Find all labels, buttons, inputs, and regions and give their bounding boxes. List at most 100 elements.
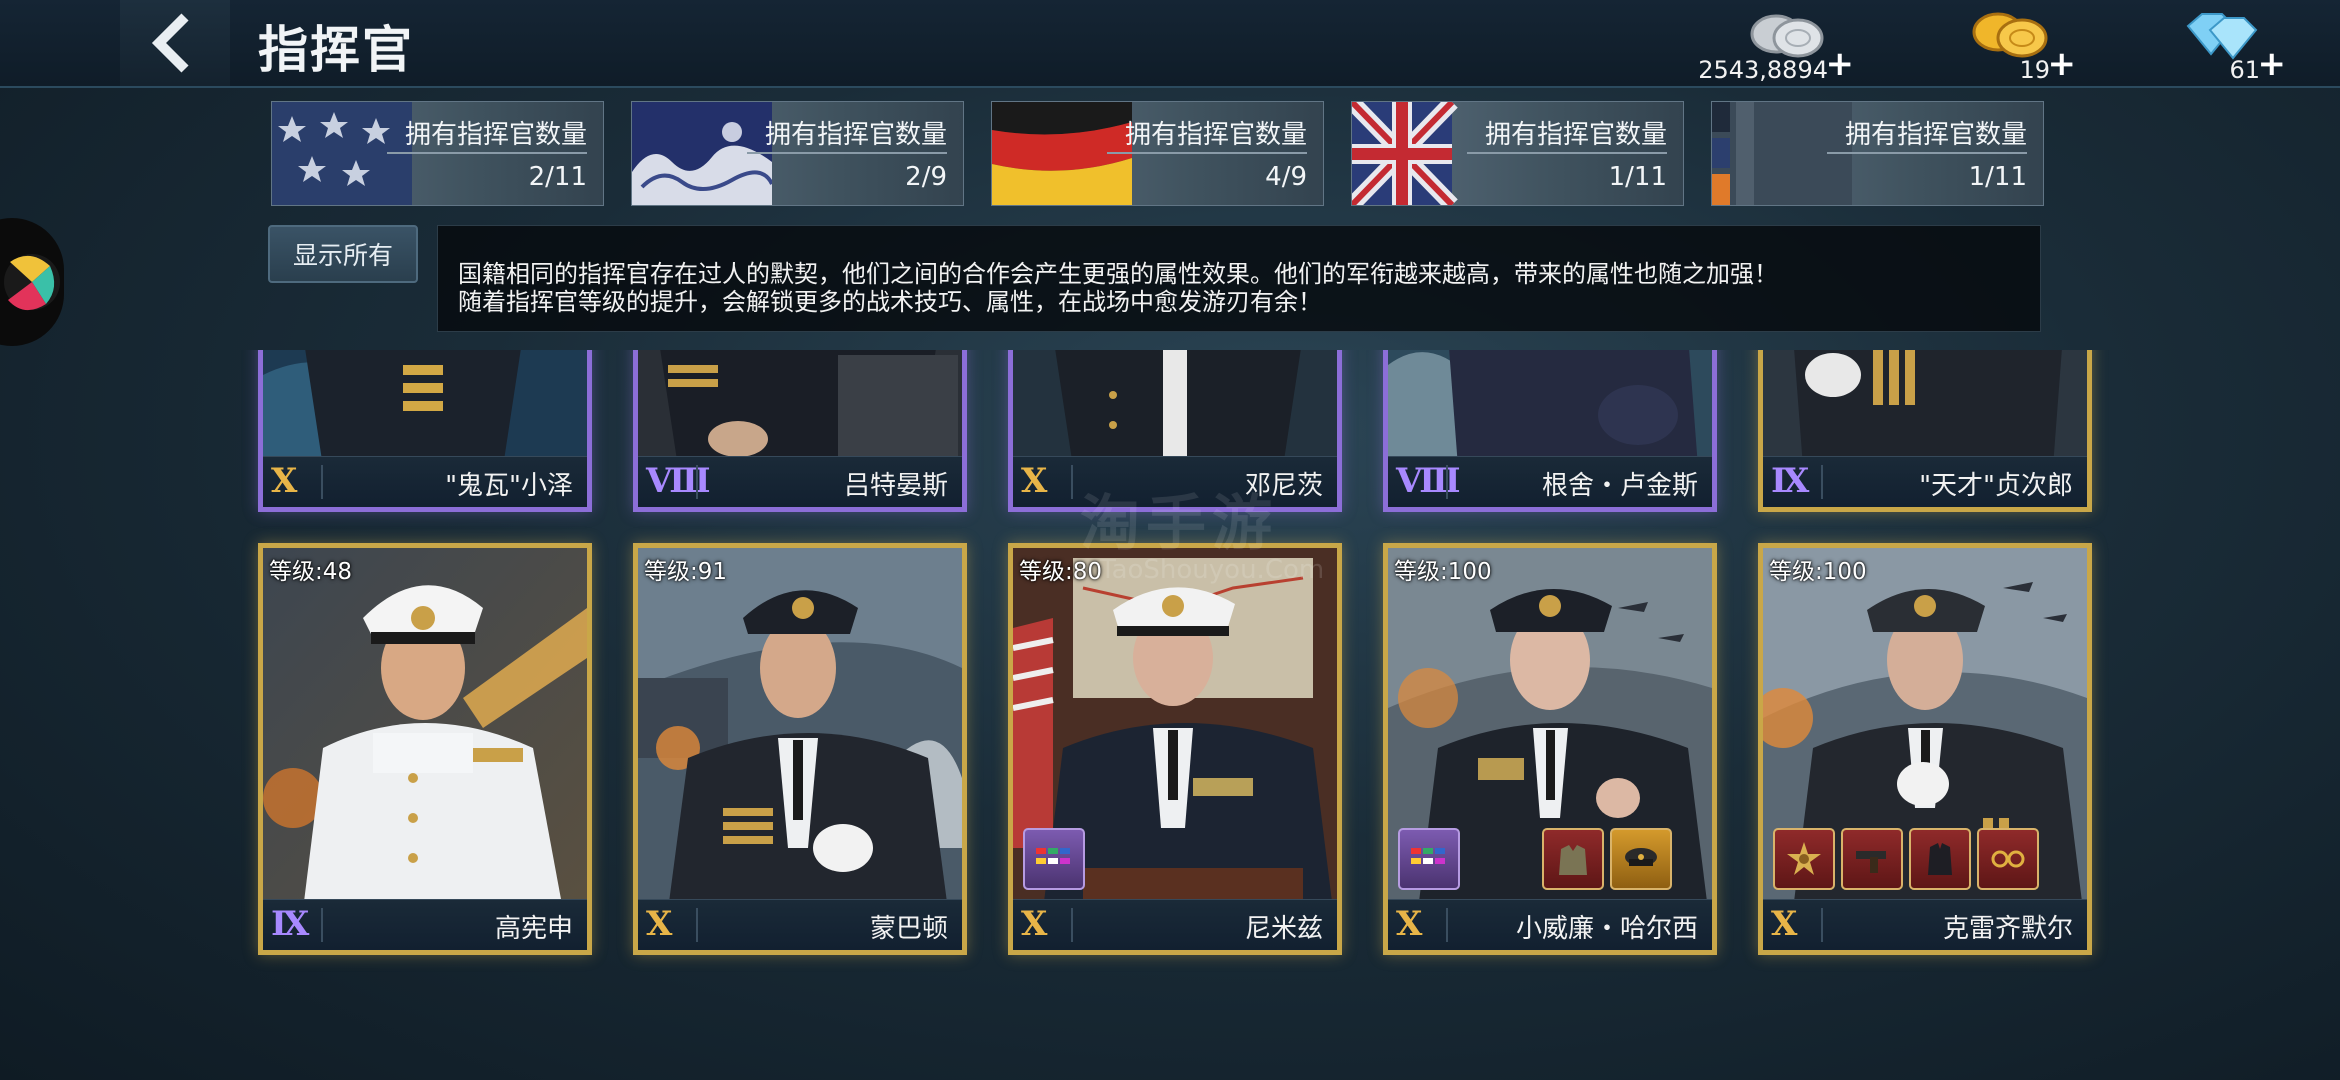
commander-card-nimitz[interactable]: 等级:80 X 尼米兹 [1008,543,1342,955]
rank-badge: X [1396,904,1423,944]
rank-badge: X [1021,904,1048,944]
divider [1467,152,1667,154]
nation-count: 2/11 [528,162,587,192]
nameplate: X 克雷齐默尔 [1763,899,2087,950]
nation-card-germany[interactable]: 拥有指挥官数量 4/9 [991,101,1324,206]
currency-diamond[interactable]: 61 + [2150,4,2290,84]
currency-gold[interactable]: 19 + [1940,4,2080,84]
nameplate: Ⅸ "天才"贞次郎 [1763,456,2087,507]
commander-name: 吕特晏斯 [843,471,948,501]
rank-badge: X [646,904,673,944]
level-label: 等级:91 [644,559,728,585]
level-label: 等级:100 [1769,559,1867,585]
page-title: 指挥官 [258,21,414,79]
commander-name: 小威廉・哈尔西 [1515,914,1698,944]
commander-card[interactable]: Ⅷ 根舍・卢金斯 [1383,350,1717,512]
nation-label: 拥有指挥官数量 [764,120,947,150]
rank-badge: Ⅸ [1771,461,1810,501]
ribbon-bar-icon[interactable] [1023,828,1085,890]
rank-badge: Ⅸ [271,904,310,944]
back-button[interactable] [120,0,230,86]
divider [1446,465,1448,499]
equipment-slots [1023,828,1085,890]
commander-card[interactable]: Ⅸ "天才"贞次郎 [1758,350,2092,512]
nation-count: 1/11 [1968,162,2027,192]
divider [321,908,323,942]
commander-portrait [263,548,587,910]
nameplate: X 蒙巴顿 [638,899,962,950]
rank-badge: X [1021,461,1048,501]
ribbon-bar-icon[interactable] [1398,828,1460,890]
commander-portrait [1388,350,1712,467]
floating-assistant-button[interactable] [0,218,64,346]
rank-badge: X [1771,904,1798,944]
officer-cap-icon[interactable] [1610,828,1672,890]
commander-portrait [638,350,962,467]
nameplate: X 尼米兹 [1013,899,1337,950]
level-label: 等级:100 [1394,559,1492,585]
commander-name: 克雷齐默尔 [1942,914,2073,944]
gold-amount: 19 [2019,56,2050,84]
add-diamond-icon[interactable]: + [2258,44,2287,84]
commander-card-gao-xianshen[interactable]: 等级:48 Ⅸ 高宪申 [258,543,592,955]
medal-icon[interactable] [1773,828,1835,890]
divider [1827,152,2027,154]
nameplate: X 小威廉・哈尔西 [1388,899,1712,950]
divider [387,152,587,154]
commander-name: "天才"贞次郎 [1919,471,2073,501]
level-label: 等级:48 [269,559,353,585]
nation-count: 1/11 [1608,162,1667,192]
nation-label: 拥有指挥官数量 [1484,120,1667,150]
nameplate: X 邓尼茨 [1013,456,1337,507]
nameplate: Ⅷ 根舍・卢金斯 [1388,456,1712,507]
nation-label: 拥有指挥官数量 [404,120,587,150]
divider [747,152,947,154]
commander-name: 蒙巴顿 [869,914,948,944]
divider [1821,465,1823,499]
commander-portrait [263,350,587,467]
nation-count: 4/9 [1265,162,1307,192]
commander-card-kretschmer[interactable]: 等级:100 X 克雷齐默尔 [1758,543,2092,955]
commander-name: "鬼瓦"小泽 [445,471,573,501]
nameplate: X "鬼瓦"小泽 [263,456,587,507]
commander-card[interactable]: Ⅷ 吕特晏斯 [633,350,967,512]
equipment-slots [1398,828,1460,890]
commander-portrait [1763,350,2087,467]
diamond-amount: 61 [2229,56,2260,84]
divider [696,908,698,942]
commander-card-halsey[interactable]: 等级:100 X 小威廉・哈尔西 [1383,543,1717,955]
uniform-jacket-icon[interactable] [1542,828,1604,890]
divider [1107,152,1307,154]
nation-card-usa[interactable]: 拥有指挥官数量 2/11 [271,101,604,206]
pistol-icon[interactable] [1841,828,1903,890]
nameplate: Ⅷ 吕特晏斯 [638,456,962,507]
commander-name: 根舍・卢金斯 [1541,471,1698,501]
add-gold-icon[interactable]: + [2048,44,2077,84]
nation-label: 拥有指挥官数量 [1124,120,1307,150]
commander-grid[interactable]: X "鬼瓦"小泽 Ⅷ 吕特晏斯 X 邓尼茨 Ⅷ 根舍・卢金斯 Ⅸ "天才"贞次郎… [0,350,2340,1080]
nation-card-other[interactable]: 拥有指挥官数量 1/11 [1711,101,2044,206]
gold-coins-icon [1972,12,2048,58]
nation-card-japan[interactable]: 拥有指挥官数量 2/9 [631,101,964,206]
divider [1446,908,1448,942]
commander-card-mountbatten[interactable]: 等级:91 X 蒙巴顿 [633,543,967,955]
nameplate: Ⅸ 高宪申 [263,899,587,950]
commander-card[interactable]: X 邓尼茨 [1008,350,1342,512]
glasses-icon[interactable] [1977,828,2039,890]
commander-portrait [1013,350,1337,467]
diamond-icon [2186,13,2258,60]
show-all-button[interactable]: 显示所有 [268,225,418,283]
nation-card-uk[interactable]: 拥有指挥官数量 1/11 [1351,101,1684,206]
top-bar: 指挥官 2543,8894 + 19 + 61 + [0,0,2340,88]
assistant-logo-icon [4,254,60,311]
equipment-slots [1773,828,2039,890]
coat-icon[interactable] [1909,828,1971,890]
description-box: 国籍相同的指挥官存在过人的默契，他们之间的合作会产生更强的属性效果。他们的军衔越… [437,225,2041,332]
commander-name: 邓尼茨 [1244,471,1323,501]
divider [1071,908,1073,942]
currency-silver[interactable]: 2543,8894 + [1698,4,1858,84]
commander-card[interactable]: X "鬼瓦"小泽 [258,350,592,512]
divider [696,465,698,499]
add-silver-icon[interactable]: + [1826,44,1855,84]
nation-label: 拥有指挥官数量 [1844,120,2027,150]
